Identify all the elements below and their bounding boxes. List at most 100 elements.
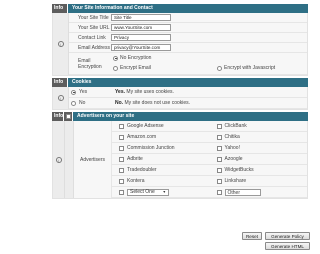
advertiser-row: Commission Junction Yahoo! xyxy=(112,143,307,154)
contact-section-title: Your Site Information and Contact xyxy=(68,4,308,13)
chevron-down-icon: ▼ xyxy=(162,190,166,194)
generate-html-button[interactable]: Generate HTML xyxy=(265,242,310,250)
advertiser-clickbank[interactable]: ClickBank xyxy=(210,121,308,131)
advertiser-checkbox[interactable] xyxy=(119,167,124,173)
advertiser-checkbox[interactable] xyxy=(216,178,222,184)
contact-link-input[interactable]: Privacy xyxy=(111,34,171,41)
advertiser-checkbox[interactable] xyxy=(119,178,124,184)
advertiser-label: Kontera xyxy=(127,178,145,184)
advertiser-label: Commission Junction xyxy=(127,145,175,151)
select-all-cell xyxy=(64,112,73,121)
advertiser-checkbox[interactable] xyxy=(216,145,222,151)
advertiser-azoogle[interactable]: Azoogle xyxy=(210,154,308,164)
advertiser-row: Kontera Linkshare xyxy=(112,176,307,187)
no-encryption-label: No Encryption xyxy=(120,55,152,61)
advertiser-label: ClickBank xyxy=(224,123,247,129)
advertiser-commission-junction[interactable]: Commission Junction xyxy=(112,143,210,153)
site-title-row: Your Site Title Site Title xyxy=(69,13,307,23)
policy-form: Info Your Site Information and Contact i… xyxy=(52,4,308,199)
advertiser-chitika[interactable]: Chitika xyxy=(210,132,308,142)
cookies-yes-description: Yes. My site uses cookies. xyxy=(115,89,174,95)
contact-link-row: Contact Link Privacy xyxy=(69,33,307,43)
advertiser-checkbox[interactable] xyxy=(119,123,124,129)
advertiser-adbrite[interactable]: Adbrite xyxy=(112,154,210,164)
cookies-section: i Yes Yes. My site uses cookies. No No. … xyxy=(52,87,308,110)
advertiser-row: Tradedoubler WidgetBucks xyxy=(112,165,307,176)
cookies-section-title: Cookies xyxy=(68,78,308,87)
advertiser-tradedoubler[interactable]: Tradedoubler xyxy=(112,165,210,175)
other-advertiser-input[interactable]: Other xyxy=(224,188,261,196)
advertiser-widgetbucks[interactable]: WidgetBucks xyxy=(210,165,308,175)
email-encryption-row: Email Encryption No Encryption Encrypt E… xyxy=(69,53,307,75)
advertiser-select[interactable]: Select One ▼ xyxy=(127,188,169,196)
contact-section: i Your Site Title Site Title Your Site U… xyxy=(52,13,308,76)
advertiser-kontera[interactable]: Kontera xyxy=(112,176,210,186)
advertiser-checkbox[interactable] xyxy=(216,123,222,129)
advertiser-checkbox[interactable] xyxy=(216,189,222,195)
advertiser-label: Chitika xyxy=(224,134,240,140)
advertiser-checkbox[interactable] xyxy=(119,134,124,140)
advertiser-yahoo[interactable]: Yahoo! xyxy=(210,143,308,153)
advertiser-label: Amazon.com xyxy=(127,134,157,140)
advertiser-google-adsense[interactable]: Google Adsense xyxy=(112,121,210,131)
site-title-label: Your Site Title xyxy=(78,14,109,21)
encrypt-javascript-label: Encrypt with Javascript xyxy=(224,65,276,71)
advertiser-checkbox[interactable] xyxy=(216,134,222,140)
advertiser-checkbox[interactable] xyxy=(119,145,124,151)
encrypt-email-option[interactable]: Encrypt Email xyxy=(113,65,151,71)
advertiser-row: Google Adsense ClickBank xyxy=(112,121,307,132)
cookies-yes-label: Yes xyxy=(79,89,88,95)
info-column-header: Info xyxy=(52,4,68,13)
encrypt-javascript-option[interactable]: Encrypt with Javascript xyxy=(217,65,275,71)
advertiser-checkbox[interactable] xyxy=(119,156,124,162)
cookies-no-label: No xyxy=(79,100,86,106)
advertiser-label: Google Adsense xyxy=(127,123,164,129)
cookies-yes-radio[interactable] xyxy=(71,89,76,95)
contact-link-label: Contact Link xyxy=(78,34,106,41)
cookies-header: Info Cookies xyxy=(52,78,308,87)
generate-policy-button[interactable]: Generate Policy xyxy=(265,232,310,240)
email-input[interactable]: privacy@YourSite.com xyxy=(111,44,171,51)
advertiser-checkbox[interactable] xyxy=(216,167,222,173)
cookies-no-option[interactable]: No xyxy=(69,100,115,106)
advertisers-info-cell: i xyxy=(53,121,65,198)
advertiser-linkshare[interactable]: Linkshare xyxy=(210,176,308,186)
advertiser-label: Azoogle xyxy=(224,156,243,162)
no-encryption-option[interactable]: No Encryption xyxy=(113,55,151,61)
cookies-no-description: No. My site does not use cookies. xyxy=(115,100,191,106)
site-url-input[interactable]: www.YourSite.com xyxy=(111,24,171,31)
cookies-info-cell: i xyxy=(53,87,69,109)
advertiser-amazon[interactable]: Amazon.com xyxy=(112,132,210,142)
info-icon[interactable]: i xyxy=(57,95,64,101)
email-label: Email Address xyxy=(78,44,110,51)
encrypt-email-radio[interactable] xyxy=(113,65,118,71)
cookies-no-radio[interactable] xyxy=(71,100,76,106)
advertisers-section: i Advertisers Google Adsense ClickBank A… xyxy=(52,121,308,199)
advertisers-grid: Google Adsense ClickBank Amazon.com Chit… xyxy=(112,121,307,198)
encrypt-javascript-radio[interactable] xyxy=(217,65,222,71)
cookies-yes-option[interactable]: Yes xyxy=(69,89,115,95)
contact-info-cell: i xyxy=(53,13,69,75)
advertiser-label: Linkshare xyxy=(224,178,247,184)
advertiser-label: Adbrite xyxy=(127,156,143,162)
encrypt-email-label: Encrypt Email xyxy=(120,65,151,71)
advertiser-label: WidgetBucks xyxy=(224,167,254,173)
cookies-yes-row: Yes Yes. My site uses cookies. xyxy=(69,87,307,98)
info-column-header: Info xyxy=(52,78,68,87)
contact-header: Info Your Site Information and Contact xyxy=(52,4,308,13)
info-icon[interactable]: i xyxy=(57,41,64,47)
reset-button[interactable]: Reset xyxy=(242,232,262,240)
advertiser-row: Select One ▼ Other xyxy=(112,187,307,198)
select-all-checkbox[interactable] xyxy=(65,114,71,119)
advertiser-row: Adbrite Azoogle xyxy=(112,154,307,165)
advertiser-checkbox[interactable] xyxy=(119,189,124,195)
cookies-no-row: No No. My site does not use cookies. xyxy=(69,98,307,109)
advertiser-checkbox[interactable] xyxy=(216,156,222,162)
advertiser-label: Yahoo! xyxy=(224,145,240,151)
no-encryption-radio[interactable] xyxy=(113,55,118,61)
email-encryption-label: Email Encryption xyxy=(78,57,102,70)
site-title-input[interactable]: Site Title xyxy=(111,14,171,21)
info-icon[interactable]: i xyxy=(55,156,62,163)
advertiser-select-cell: Select One ▼ xyxy=(112,187,210,197)
site-url-label: Your Site URL xyxy=(78,24,110,31)
